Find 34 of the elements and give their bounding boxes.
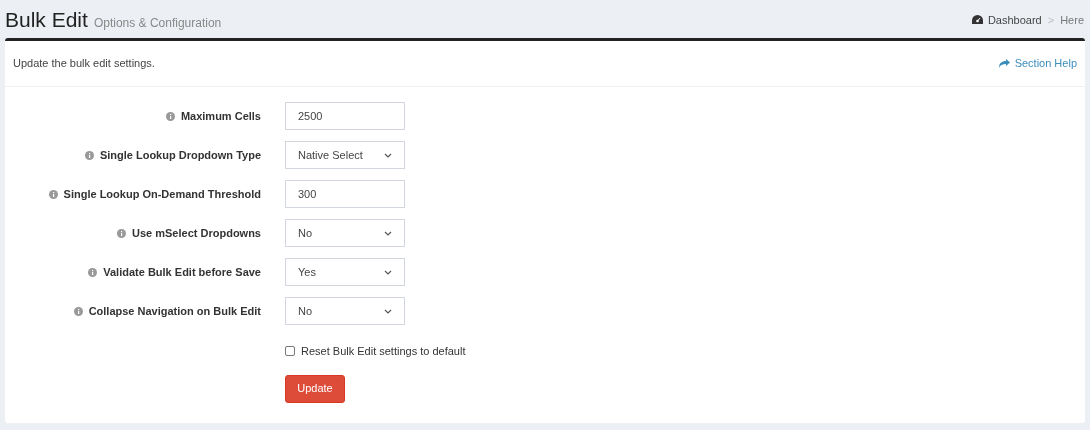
input-field[interactable]: 2500 bbox=[285, 102, 405, 130]
page-subtitle: Options & Configuration bbox=[93, 15, 222, 32]
dropdown-field[interactable]: No bbox=[285, 219, 405, 247]
info-icon bbox=[73, 306, 83, 316]
dropdown-field[interactable]: Native Select bbox=[285, 141, 405, 169]
reset-checkbox[interactable] bbox=[285, 346, 295, 357]
chevron-down-icon bbox=[384, 152, 392, 158]
dropdown-field[interactable]: Yes bbox=[285, 258, 405, 286]
info-icon bbox=[165, 111, 175, 121]
breadcrumb-link[interactable]: Dashboard bbox=[971, 11, 1042, 28]
breadcrumb-separator: > bbox=[1047, 12, 1055, 28]
field-label: Single Lookup Dropdown Type bbox=[99, 147, 261, 163]
info-icon bbox=[84, 150, 94, 160]
share-arrow-icon bbox=[998, 59, 1010, 68]
input-field[interactable]: 300 bbox=[285, 180, 405, 208]
update-button[interactable]: Update bbox=[285, 374, 345, 403]
field-label: Maximum Cells bbox=[180, 108, 261, 124]
chevron-down-icon bbox=[384, 230, 392, 236]
chevron-down-icon bbox=[384, 269, 392, 275]
field-label: Use mSelect Dropdowns bbox=[132, 225, 261, 241]
dashboard-gauge-icon bbox=[971, 15, 983, 25]
chevron-down-icon bbox=[384, 308, 392, 314]
field-label: Collapse Navigation on Bulk Edit bbox=[88, 303, 261, 319]
dropdown-field[interactable]: No bbox=[285, 297, 405, 325]
field-label: Single Lookup On-Demand Threshold bbox=[63, 186, 261, 202]
info-icon bbox=[117, 228, 126, 238]
section-description: Update the bulk edit settings. bbox=[13, 56, 155, 72]
section-help-link[interactable]: Section Help bbox=[998, 55, 1077, 72]
breadcrumb-current: Here bbox=[1060, 12, 1084, 28]
info-icon bbox=[48, 189, 58, 199]
info-icon bbox=[88, 267, 98, 277]
field-label: Validate Bulk Edit before Save bbox=[103, 264, 261, 280]
page-title: Bulk Edit bbox=[5, 9, 88, 30]
reset-label: Reset Bulk Edit settings to default bbox=[301, 344, 466, 359]
